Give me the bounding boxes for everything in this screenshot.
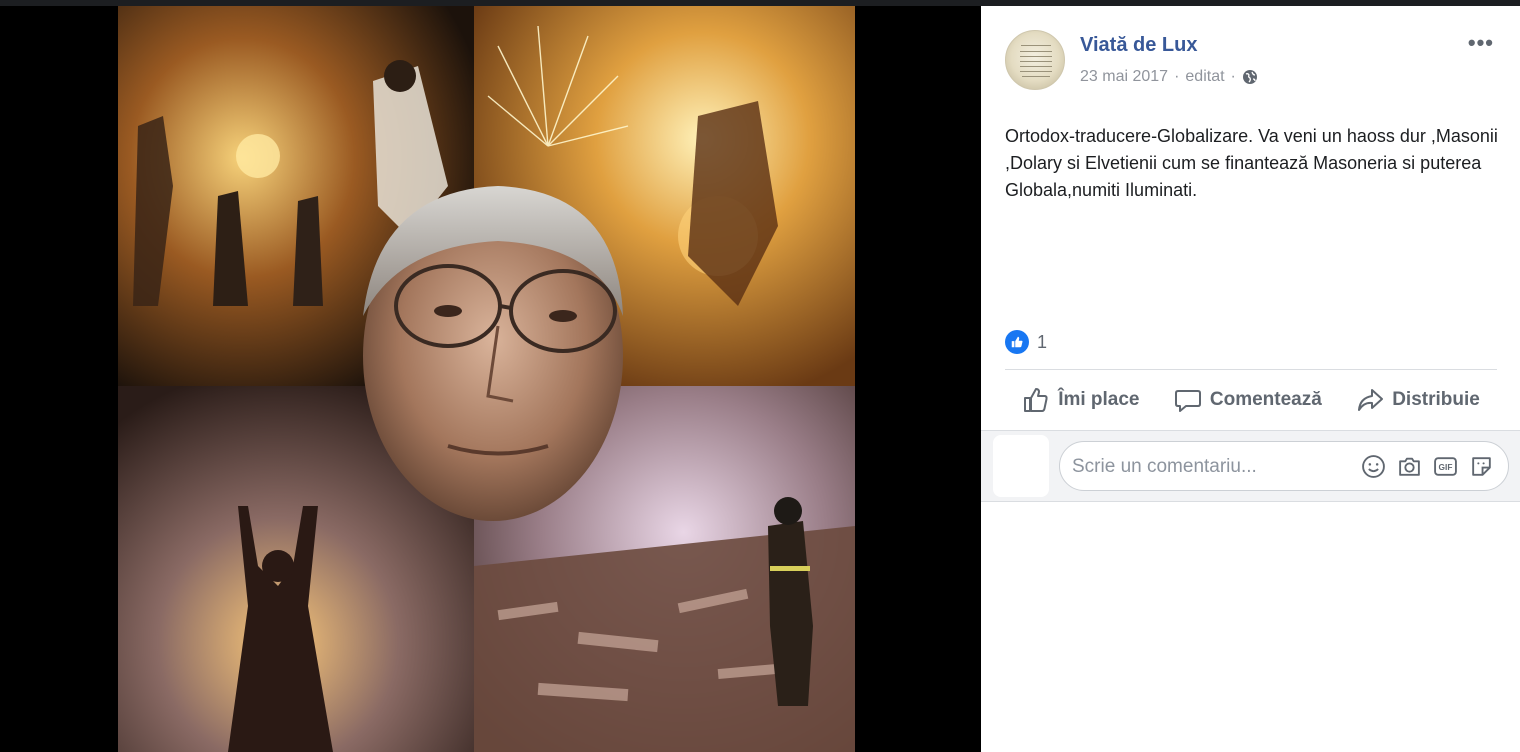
- edited-label[interactable]: editat: [1185, 68, 1224, 86]
- like-icon: [1005, 330, 1029, 354]
- page-avatar[interactable]: [1005, 30, 1065, 90]
- post-panel: Viată de Lux 23 mai 2017 · editat · ••• …: [981, 6, 1520, 752]
- divider: [1005, 369, 1497, 370]
- meta-separator: ·: [1174, 68, 1180, 85]
- reaction-count: 1: [1037, 331, 1048, 352]
- comment-icon: [1174, 390, 1201, 412]
- post-author[interactable]: Viată de Lux: [1080, 34, 1197, 57]
- post-date[interactable]: 23 mai 2017: [1080, 68, 1168, 86]
- like-button[interactable]: Îmi place: [1022, 386, 1140, 414]
- user-avatar: [993, 435, 1049, 497]
- share-icon: [1358, 389, 1384, 411]
- gif-icon[interactable]: GIF: [1433, 454, 1458, 479]
- meta-separator: ·: [1230, 68, 1236, 85]
- comment-tools: GIF: [1361, 454, 1494, 479]
- emoji-icon[interactable]: [1361, 454, 1386, 479]
- post-photo[interactable]: [118, 6, 855, 752]
- comment-composer: Scrie un comentariu... GIF: [981, 430, 1520, 502]
- comment-input[interactable]: Scrie un comentariu... GIF: [1059, 441, 1509, 491]
- comment-placeholder: Scrie un comentariu...: [1072, 456, 1257, 477]
- share-label: Distribuie: [1392, 389, 1480, 410]
- post-actions: Îmi place Comentează Distribuie: [1005, 376, 1497, 424]
- camera-icon[interactable]: [1397, 454, 1422, 479]
- share-button[interactable]: Distribuie: [1356, 386, 1480, 414]
- photo-viewer: [0, 6, 981, 752]
- svg-text:GIF: GIF: [1439, 462, 1453, 472]
- reactions-summary[interactable]: 1: [1005, 330, 1047, 354]
- thumbs-up-icon: [1024, 388, 1048, 412]
- post-text: Ortodox-traducere-Globalizare. Va veni u…: [1005, 126, 1498, 200]
- post-meta: 23 mai 2017 · editat ·: [1080, 68, 1258, 86]
- comment-label: Comentează: [1209, 389, 1322, 410]
- more-options-icon[interactable]: •••: [1468, 32, 1494, 54]
- comment-button[interactable]: Comentează: [1174, 386, 1322, 414]
- sticker-icon[interactable]: [1469, 454, 1494, 479]
- like-label: Îmi place: [1058, 389, 1140, 410]
- globe-icon[interactable]: [1242, 69, 1258, 85]
